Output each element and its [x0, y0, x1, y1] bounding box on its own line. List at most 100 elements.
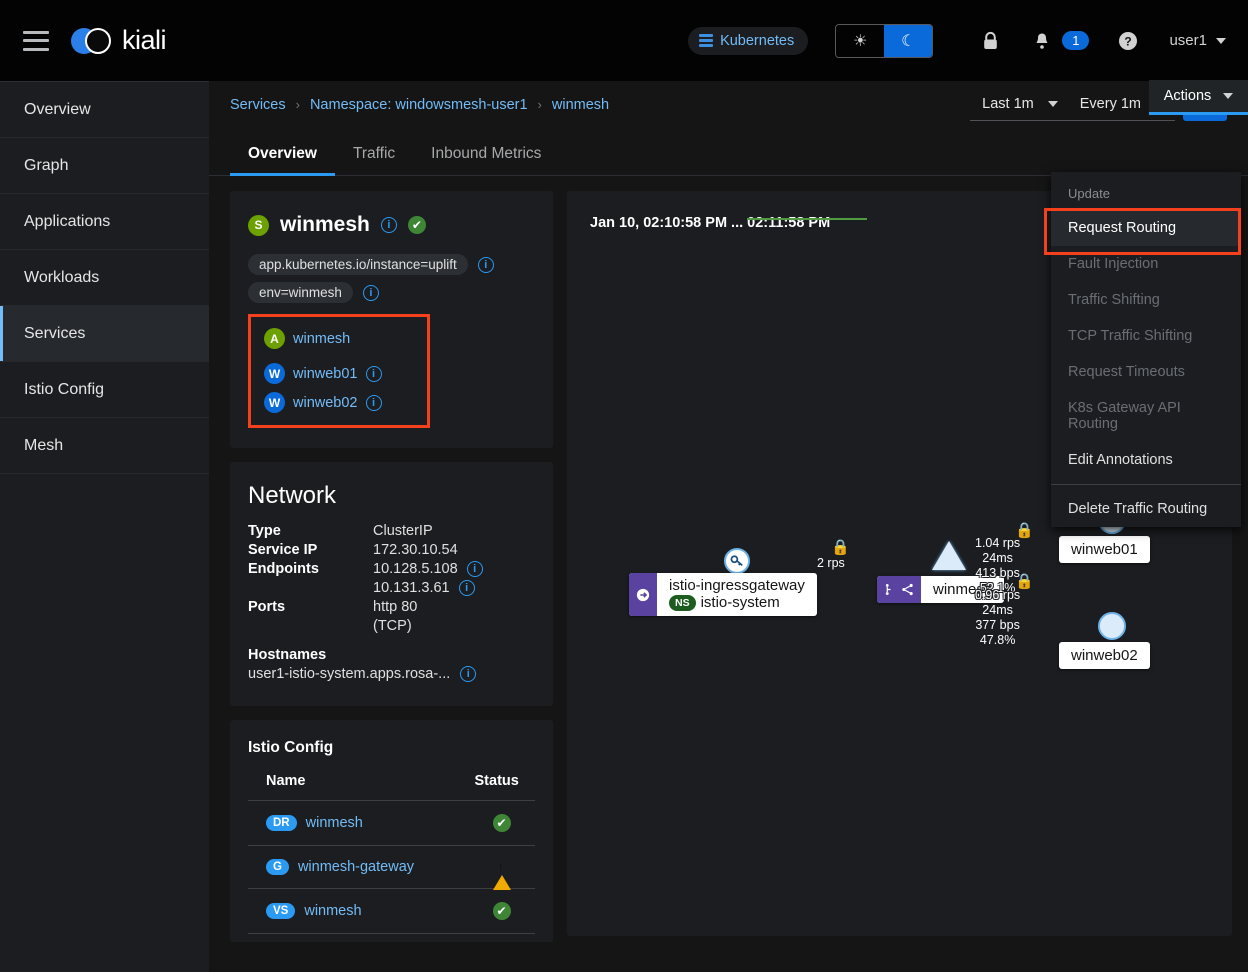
- info-icon[interactable]: i: [365, 394, 382, 411]
- service-label-chip: app.kubernetes.io/instance=uplift: [248, 254, 468, 275]
- actions-button-label: Actions: [1163, 88, 1212, 104]
- breadcrumb-separator-icon: ›: [537, 97, 542, 112]
- tab-inbound-metrics[interactable]: Inbound Metrics: [413, 145, 559, 175]
- sidebar: Overview Graph Applications Workloads Se…: [0, 81, 209, 972]
- network-details: Type ClusterIP Service IP 172.30.10.54 E…: [248, 523, 535, 634]
- sidebar-item-mesh[interactable]: Mesh: [0, 418, 209, 474]
- help-icon[interactable]: ?: [1111, 24, 1145, 58]
- sidebar-item-label: Services: [24, 324, 86, 342]
- sun-icon: ☀: [853, 32, 868, 50]
- service-label-row: app.kubernetes.io/instance=uplift i: [248, 254, 535, 275]
- menu-item-fault-injection[interactable]: Fault Injection: [1051, 246, 1241, 282]
- network-type-value: ClusterIP: [373, 523, 433, 539]
- tab-overview[interactable]: Overview: [230, 145, 335, 176]
- breadcrumb: Services › Namespace: windowsmesh-user1 …: [209, 81, 1248, 128]
- breadcrumb-separator-icon: ›: [295, 97, 300, 112]
- sidebar-item-workloads[interactable]: Workloads: [0, 250, 209, 306]
- table-row[interactable]: G winmesh-gateway: [248, 845, 535, 890]
- info-icon[interactable]: i: [380, 217, 397, 233]
- graph-node-winmesh-icon[interactable]: [932, 541, 966, 570]
- info-icon[interactable]: i: [477, 256, 494, 273]
- info-icon[interactable]: i: [365, 365, 382, 382]
- menu-item-k8s-gateway-api-routing[interactable]: K8s Gateway API Routing: [1051, 390, 1241, 442]
- endpoint-value-row: 10.131.3.61 i: [373, 580, 535, 596]
- status-ok-icon: ✔: [492, 814, 511, 832]
- service-label-row: env=winmesh i: [248, 282, 535, 303]
- config-status-cell: ✔: [474, 800, 535, 846]
- menu-item-traffic-shifting[interactable]: Traffic Shifting: [1051, 282, 1241, 318]
- theme-toggle[interactable]: ☀ ☾: [835, 23, 934, 58]
- sidebar-item-label: Overview: [24, 100, 91, 118]
- network-card-title: Network: [248, 482, 337, 509]
- masthead: kiali Kubernetes ☀ ☾ 1 ? user1: [0, 0, 1248, 81]
- menu-item-request-routing[interactable]: Request Routing: [1051, 210, 1241, 246]
- related-app-row[interactable]: A winmesh: [264, 328, 414, 349]
- ports-value-line2: (TCP): [373, 618, 412, 634]
- dropdown-divider: [1051, 484, 1241, 485]
- menu-item-request-timeouts[interactable]: Request Timeouts: [1051, 354, 1241, 390]
- workload-link[interactable]: winweb02: [293, 395, 358, 411]
- breadcrumb-current[interactable]: winmesh: [552, 97, 609, 113]
- graph-node-winweb01-label[interactable]: winweb01: [1059, 536, 1150, 563]
- tab-traffic[interactable]: Traffic: [335, 145, 413, 175]
- user-menu[interactable]: user1: [1169, 32, 1226, 49]
- graph-node-ingressgateway-icon[interactable]: [724, 548, 750, 574]
- menu-item-tcp-traffic-shifting[interactable]: TCP Traffic Shifting: [1051, 318, 1241, 354]
- config-status-cell: [474, 845, 535, 890]
- table-row[interactable]: DR winmesh ✔: [248, 800, 535, 846]
- config-name-link[interactable]: winmesh-gateway: [298, 859, 414, 875]
- cluster-name: Kubernetes: [720, 32, 795, 49]
- breadcrumb-services[interactable]: Services: [230, 97, 286, 113]
- sidebar-item-applications[interactable]: Applications: [0, 194, 209, 250]
- column-header-name: Name: [248, 773, 475, 801]
- graph-node-winweb02-icon[interactable]: [1098, 612, 1126, 640]
- sidebar-item-istio-config[interactable]: Istio Config: [0, 362, 209, 418]
- workload-link[interactable]: winweb01: [293, 366, 358, 382]
- theme-dark-button[interactable]: ☾: [884, 24, 933, 57]
- menu-item-edit-annotations[interactable]: Edit Annotations: [1051, 442, 1241, 478]
- config-status-cell: ✔: [474, 888, 535, 934]
- sidebar-item-overview[interactable]: Overview: [0, 82, 209, 138]
- related-workload-row[interactable]: W winweb02 i: [264, 392, 414, 413]
- graph-node-namespace: istio-system: [700, 594, 780, 611]
- network-type-label: Type: [248, 523, 281, 539]
- info-icon[interactable]: i: [466, 561, 483, 577]
- kiali-logo[interactable]: kiali: [71, 25, 167, 56]
- related-workload-row[interactable]: W winweb01 i: [264, 363, 414, 384]
- menu-item-delete-traffic-routing[interactable]: Delete Traffic Routing: [1051, 491, 1241, 527]
- sidebar-item-label: Graph: [24, 156, 69, 174]
- endpoint-value: 10.128.5.108: [373, 561, 458, 577]
- graph-node-label-text: istio-ingressgateway: [669, 577, 805, 594]
- theme-light-button[interactable]: ☀: [836, 24, 885, 57]
- time-range-select[interactable]: Last 1m: [970, 88, 1068, 121]
- app-link[interactable]: winmesh: [293, 331, 350, 347]
- breadcrumb-namespace[interactable]: Namespace: windowsmesh-user1: [310, 97, 528, 113]
- refresh-interval-value: Every 1m: [1079, 96, 1141, 112]
- config-name-link[interactable]: winmesh: [304, 903, 361, 919]
- tab-label: Traffic: [352, 145, 396, 162]
- svg-text:?: ?: [1125, 34, 1132, 48]
- sidebar-item-label: Workloads: [24, 268, 100, 286]
- virtual-service-icon: [877, 576, 921, 603]
- notification-count-badge[interactable]: 1: [1062, 31, 1090, 50]
- user-name: user1: [1169, 32, 1207, 49]
- info-icon[interactable]: i: [362, 284, 379, 301]
- info-icon[interactable]: i: [458, 580, 475, 596]
- lock-icon[interactable]: [973, 24, 1007, 58]
- config-name-link[interactable]: winmesh: [306, 815, 363, 831]
- cluster-selector[interactable]: Kubernetes: [688, 26, 809, 55]
- actions-button[interactable]: Actions: [1149, 80, 1248, 115]
- status-warning-icon: [492, 859, 511, 890]
- table-row[interactable]: VS winmesh ✔: [248, 888, 535, 934]
- graph-edges: [747, 218, 867, 220]
- config-name-cell: VS winmesh: [248, 888, 475, 934]
- menu-toggle-icon[interactable]: [23, 30, 49, 51]
- notifications-icon[interactable]: [1025, 24, 1059, 58]
- info-icon[interactable]: i: [460, 666, 477, 682]
- sidebar-item-graph[interactable]: Graph: [0, 138, 209, 194]
- config-kind-badge: G: [266, 859, 289, 875]
- graph-node-ingressgateway-label[interactable]: istio-ingressgateway NS istio-system: [629, 573, 817, 616]
- config-kind-badge: VS: [266, 903, 296, 919]
- graph-node-winweb02-label[interactable]: winweb02: [1059, 642, 1150, 669]
- sidebar-item-services[interactable]: Services: [0, 306, 209, 362]
